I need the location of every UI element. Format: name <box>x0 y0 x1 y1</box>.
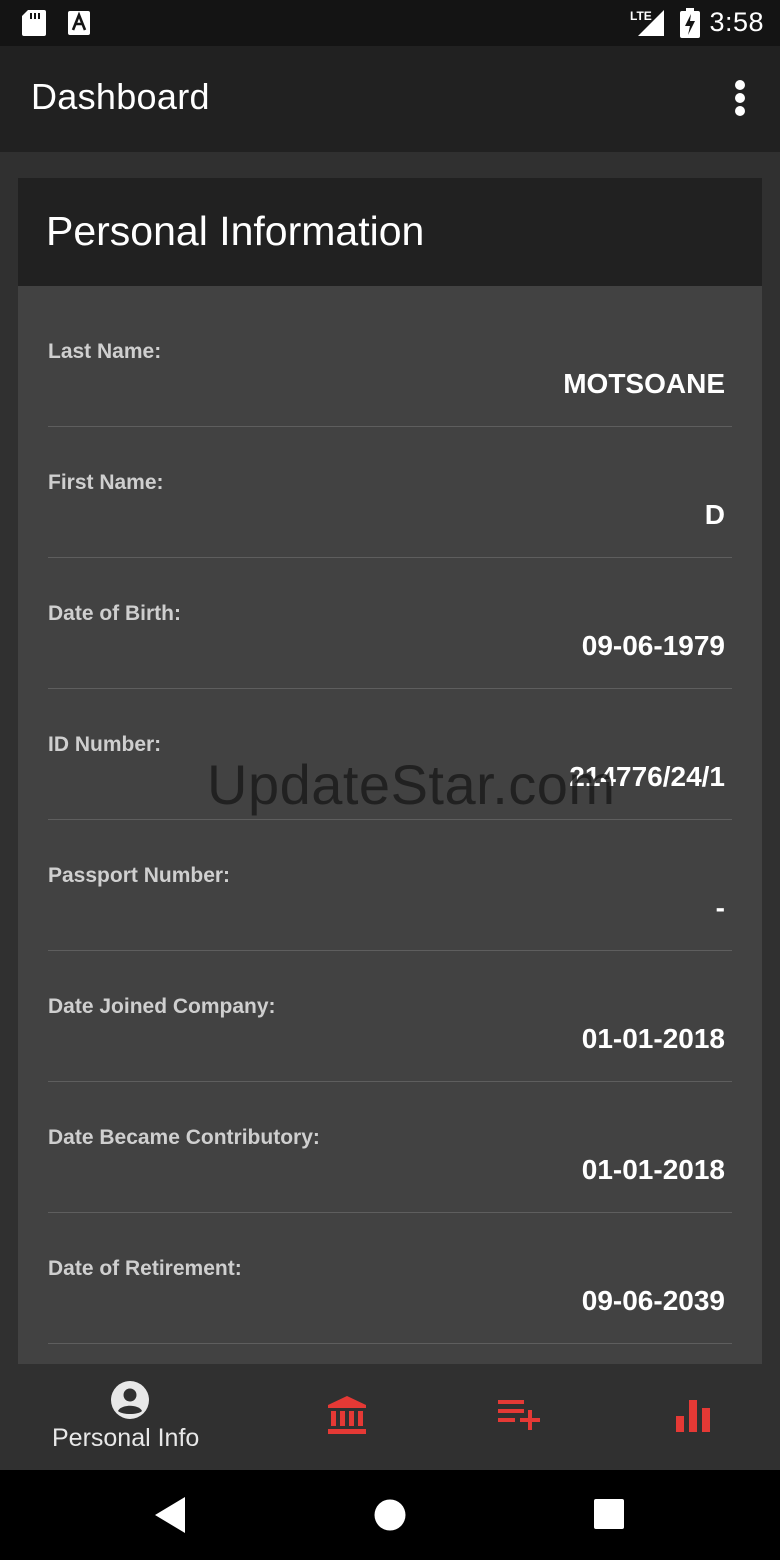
info-list: Last Name: MOTSOANE First Name: D Date o… <box>48 296 732 1344</box>
account-circle-icon <box>111 1381 149 1419</box>
home-icon[interactable] <box>374 1499 406 1531</box>
nav-item-bank[interactable] <box>318 1364 378 1470</box>
info-row-date-joined: Date Joined Company: 01-01-2018 <box>48 951 732 1082</box>
info-row-date-of-birth: Date of Birth: 09-06-1979 <box>48 558 732 689</box>
system-navigation-bar <box>0 1470 780 1560</box>
info-row-date-contributory: Date Became Contributory: 01-01-2018 <box>48 1082 732 1213</box>
network-label: LTE <box>630 9 652 23</box>
nav-label-personal-info: Personal Info <box>52 1424 200 1452</box>
nav-item-contributions[interactable] <box>490 1364 550 1470</box>
playlist-add-icon <box>498 1400 540 1430</box>
app-bar: Dashboard <box>0 46 780 152</box>
status-time: 3:58 <box>709 7 764 37</box>
info-label: Date Joined Company: <box>48 995 276 1018</box>
lte-signal-icon: LTE <box>630 9 664 36</box>
info-value: 09-06-1979 <box>581 630 725 661</box>
app-notification-icon <box>68 11 90 35</box>
info-label: Passport Number: <box>48 864 231 887</box>
card-header: Personal Information <box>18 178 762 286</box>
info-row-passport-number: Passport Number: - <box>48 820 732 951</box>
sd-card-icon <box>22 10 46 36</box>
battery-charging-icon <box>680 8 700 38</box>
nav-item-personal-info[interactable]: Personal Info <box>40 1364 220 1470</box>
info-value: D <box>704 499 725 530</box>
info-value: 09-06-2039 <box>581 1285 725 1316</box>
card-title: Personal Information <box>46 208 425 254</box>
info-value: 01-01-2018 <box>581 1023 725 1054</box>
info-label: Date Became Contributory: <box>48 1126 320 1149</box>
info-row-date-retirement: Date of Retirement: 09-06-2039 <box>48 1213 732 1344</box>
page-title: Dashboard <box>31 76 210 117</box>
info-value: - <box>715 892 725 923</box>
bar-chart-icon <box>676 1400 710 1432</box>
bank-icon <box>328 1396 366 1434</box>
watermark: UpdateStar.com <box>207 753 616 816</box>
info-row-last-name: Last Name: MOTSOANE <box>48 296 732 427</box>
bottom-navigation: Personal Info <box>0 1364 780 1470</box>
info-label: Date of Birth: <box>48 602 181 625</box>
info-value: MOTSOANE <box>563 368 725 399</box>
overflow-menu-icon[interactable] <box>730 80 750 116</box>
recent-apps-icon[interactable] <box>594 1499 624 1529</box>
back-icon[interactable] <box>155 1497 187 1533</box>
info-label: First Name: <box>48 471 164 494</box>
info-row-first-name: First Name: D <box>48 427 732 558</box>
status-bar: LTE 3:58 <box>0 0 780 46</box>
info-label: Date of Retirement: <box>48 1257 242 1280</box>
info-label: Last Name: <box>48 340 162 363</box>
nav-item-statistics[interactable] <box>664 1364 724 1470</box>
info-label: ID Number: <box>48 733 162 756</box>
info-value: 01-01-2018 <box>581 1154 725 1185</box>
